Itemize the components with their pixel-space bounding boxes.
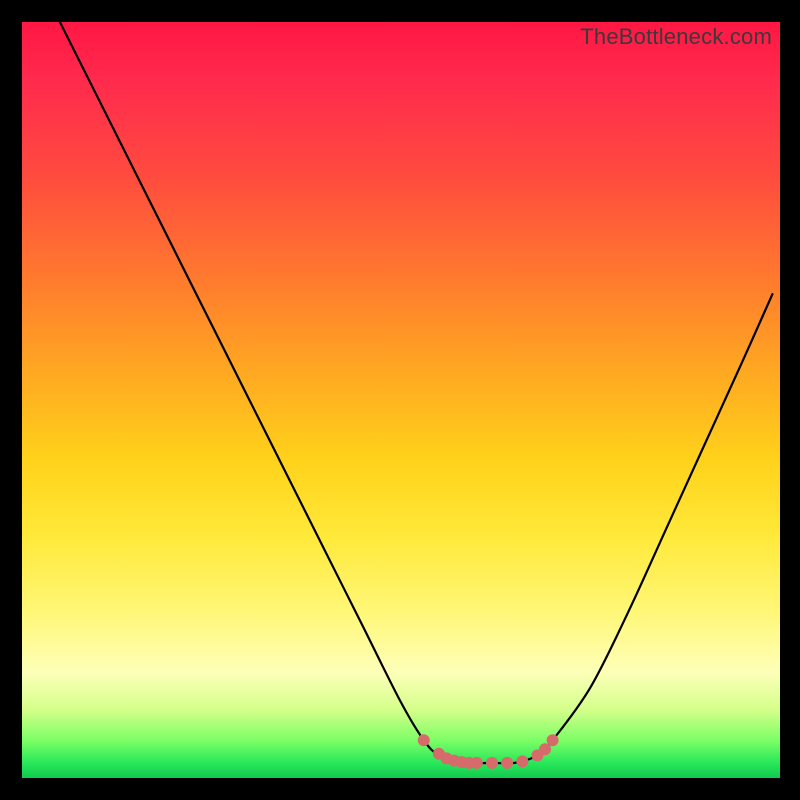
bottleneck-curve — [22, 22, 780, 778]
chart-frame: TheBottleneck.com — [0, 0, 800, 800]
curve-marker — [501, 757, 513, 769]
plot-area: TheBottleneck.com — [22, 22, 780, 778]
curve-marker — [440, 752, 452, 764]
watermark-label: TheBottleneck.com — [580, 24, 772, 50]
curve-marker — [531, 749, 543, 761]
curve-marker — [448, 755, 460, 767]
curve-marker — [456, 756, 468, 768]
curve-marker — [539, 743, 551, 755]
curve-marker — [418, 734, 430, 746]
curve-marker — [486, 757, 498, 769]
curve-marker — [433, 748, 445, 760]
curve-marker — [471, 757, 483, 769]
curve-marker — [547, 734, 559, 746]
curve-marker — [516, 755, 528, 767]
curve-marker — [463, 757, 475, 769]
